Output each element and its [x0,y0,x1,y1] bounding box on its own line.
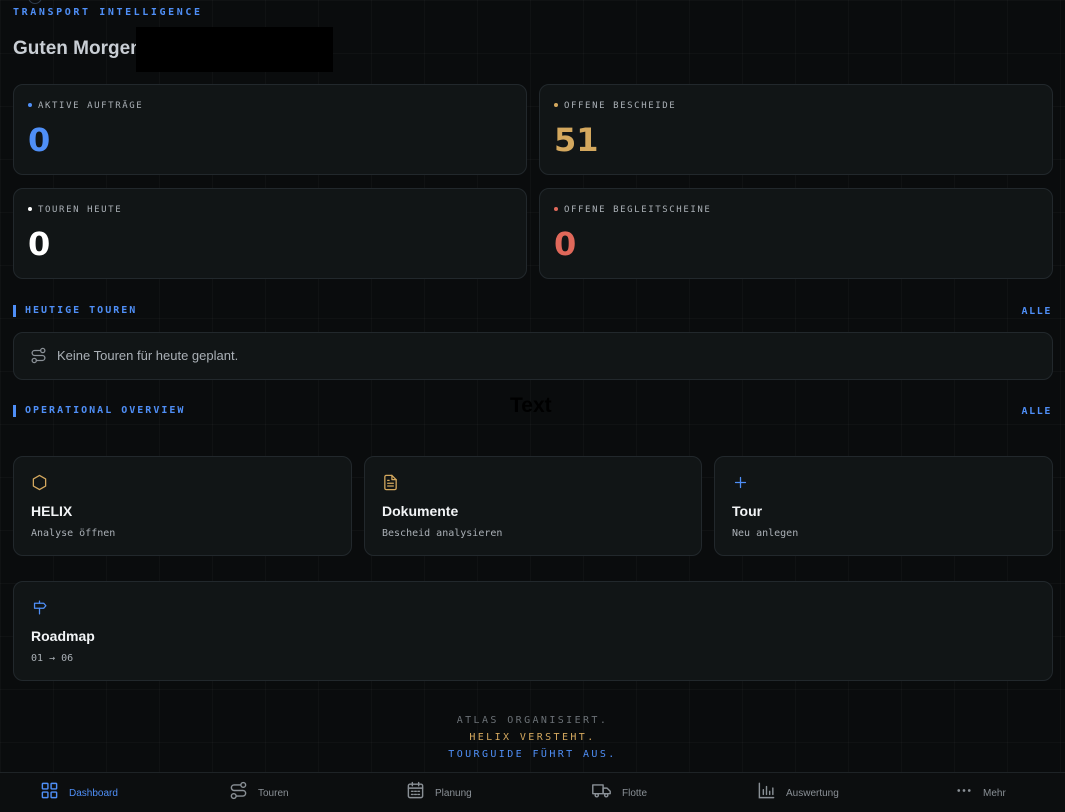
stat-label: OFFENE BESCHEIDE [564,101,677,111]
nav-label: Mehr [983,787,1006,799]
stat-active-orders[interactable]: AKTIVE AUFTRÄGE 0 [13,84,527,175]
card-title: Roadmap [31,628,95,644]
overview-all-link[interactable]: ALLE [1022,406,1052,417]
calendar-icon [406,781,425,805]
motto-line-tourguide: TOURGUIDE FÜHRT AUS. [448,749,617,760]
placeholder-text: Text [510,394,552,417]
nav-label: Auswertung [786,787,839,799]
nav-fleet[interactable]: Flotte [591,773,647,812]
tours-empty-state: Keine Touren für heute geplant. [13,332,1053,380]
avatar [28,0,42,4]
nav-tours[interactable]: Touren [229,773,289,812]
nav-label: Planung [435,787,472,799]
stat-tours-today[interactable]: TOUREN HEUTE 0 [13,188,527,279]
document-icon [382,474,399,496]
stat-label: AKTIVE AUFTRÄGE [38,101,144,111]
empty-state-text: Keine Touren für heute geplant. [57,348,239,363]
bottom-nav: Dashboard Touren Planung Flotte Auswertu… [0,772,1065,812]
plus-icon [732,474,749,496]
motto-line-atlas: ATLAS ORGANISIERT. [456,715,609,726]
card-title: Dokumente [382,503,459,519]
nav-dashboard[interactable]: Dashboard [40,773,118,812]
card-title: HELIX [31,503,73,519]
stat-label: OFFENE BEGLEITSCHEINE [564,205,712,215]
nav-label: Touren [258,787,289,799]
status-dot [554,102,558,107]
grid-icon [40,781,59,805]
motto-line-helix: HELIX VERSTEHT. [469,732,596,743]
nav-label: Flotte [622,787,648,799]
nav-more[interactable]: Mehr [955,773,1006,812]
more-icon [955,781,973,805]
section-title-tours: HEUTIGE TOUREN [13,305,137,317]
card-title: Tour [732,503,763,519]
nav-analytics[interactable]: Auswertung [757,773,839,812]
section-title-overview: OPERATIONAL OVERVIEW [13,405,185,417]
signpost-icon [31,599,48,621]
redacted-username [136,27,333,72]
tours-all-link[interactable]: ALLE [1022,306,1052,317]
truck-icon [591,781,612,805]
stat-open-notices[interactable]: OFFENE BESCHEIDE 51 [539,84,1053,175]
card-subtitle: 01 → 06 [31,653,74,664]
route-icon [229,781,248,805]
status-dot [554,206,558,211]
hexagon-icon [31,474,48,496]
stat-open-consignment-notes[interactable]: OFFENE BEGLEITSCHEINE 0 [539,188,1053,279]
nav-label: Dashboard [69,787,118,799]
card-documents[interactable]: Dokumente Bescheid analysieren [364,456,702,556]
stat-label: TOUREN HEUTE [38,205,123,215]
card-helix[interactable]: HELIX Analyse öffnen [13,456,352,556]
greeting: Guten Morgen, [13,38,148,59]
status-dot [28,206,32,211]
card-roadmap[interactable]: Roadmap 01 → 06 [13,581,1053,681]
stat-value: 0 [28,121,51,159]
stat-value: 0 [28,225,51,263]
route-icon [30,347,47,369]
card-subtitle: Analyse öffnen [31,528,116,539]
status-dot [28,102,32,107]
stat-value: 51 [554,121,599,159]
nav-planning[interactable]: Planung [406,773,472,812]
bar-chart-icon [757,781,776,805]
app-eyebrow: TRANSPORT INTELLIGENCE [13,7,203,18]
card-subtitle: Bescheid analysieren [382,528,503,539]
card-new-tour[interactable]: Tour Neu anlegen [714,456,1053,556]
stat-value: 0 [554,225,577,263]
card-subtitle: Neu anlegen [732,528,799,539]
